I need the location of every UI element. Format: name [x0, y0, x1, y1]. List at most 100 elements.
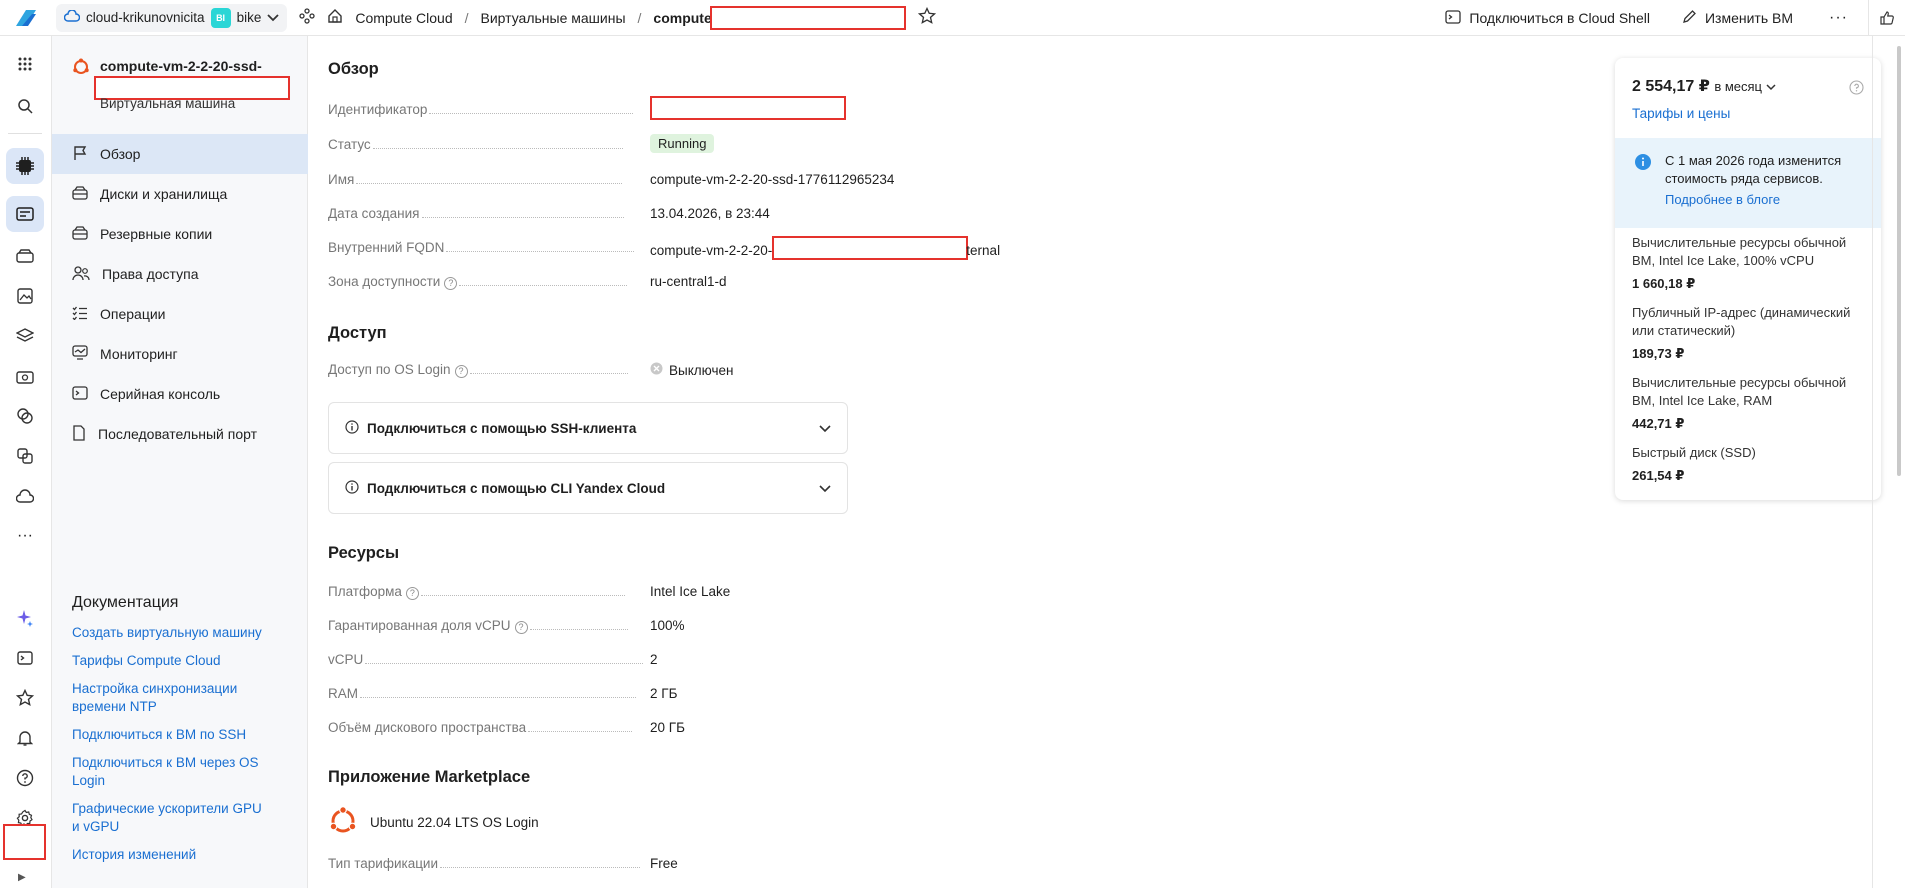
- favorite-star-icon[interactable]: [917, 6, 936, 28]
- help-question-icon[interactable]: [1849, 80, 1864, 98]
- doc-link[interactable]: Подключиться к ВМ через OS Login: [72, 754, 272, 790]
- doc-link[interactable]: Подключиться к ВМ по SSH: [72, 726, 272, 744]
- expand-rail-triangle-icon[interactable]: ▶: [18, 872, 26, 883]
- chevron-down-icon: [1766, 79, 1776, 94]
- vm-title: compute-vm-2-2-20-ssd-: [100, 58, 262, 74]
- vpc-icon[interactable]: [6, 196, 44, 232]
- status-badge: Running: [650, 134, 715, 153]
- database-icon[interactable]: [6, 398, 44, 434]
- chevron-down-icon: [819, 481, 831, 496]
- edit-vm-label: Изменить ВМ: [1704, 10, 1794, 26]
- cloud-icon: [63, 9, 81, 25]
- main-content: Обзор Идентификатор Статус Running Имя c…: [308, 36, 1598, 888]
- nav-item-monitoring[interactable]: Мониторинг: [52, 334, 308, 374]
- doc-link[interactable]: Тарифы Compute Cloud: [72, 652, 272, 670]
- help-question-icon[interactable]: ?: [444, 277, 458, 290]
- ssh-client-expander[interactable]: Подключиться с помощью SSH-клиента: [328, 402, 848, 454]
- backup-icon: [72, 225, 88, 243]
- price-total[interactable]: 2 554,17 ₽ в месяц: [1632, 76, 1776, 96]
- dots: [365, 654, 644, 664]
- redacted-id: [650, 96, 846, 120]
- all-services-grid-icon[interactable]: [6, 46, 44, 82]
- ubuntu-logo-icon: [328, 806, 358, 839]
- cloud-shell-terminal-icon[interactable]: [6, 640, 44, 676]
- connect-cloud-shell-button[interactable]: Подключиться в Cloud Shell: [1429, 9, 1666, 27]
- name-value: compute-vm-2-2-20-ssd-1776112965234: [650, 172, 895, 187]
- help-question-icon[interactable]: ?: [514, 621, 528, 634]
- nav-item-disks[interactable]: Диски и хранилища: [52, 174, 308, 214]
- rail-divider: [8, 133, 42, 134]
- nav-item-overview[interactable]: Обзор: [52, 134, 308, 174]
- fqdn-label: Внутренний FQDN: [328, 240, 445, 255]
- status-row: Статус Running: [328, 134, 1208, 157]
- top-actions: Подключиться в Cloud Shell Изменить ВМ ·…: [1429, 0, 1905, 36]
- nav-item-label: Диски и хранилища: [100, 186, 228, 202]
- vcpu-share-row: Гарантированная доля vCPU ? 100%: [328, 618, 1208, 638]
- disk-label: Объём дискового пространства: [328, 720, 527, 735]
- doc-link[interactable]: История изменений: [72, 846, 272, 864]
- breadcrumb-vms[interactable]: Виртуальные машины: [481, 10, 626, 26]
- notifications-bell-icon[interactable]: [6, 720, 44, 756]
- nav-item-operations[interactable]: Операции: [52, 294, 308, 334]
- breadcrumb-compute-cloud[interactable]: Compute Cloud: [355, 10, 452, 26]
- overview-title: Обзор: [328, 60, 379, 78]
- disk-icon: [72, 185, 88, 203]
- breadcrumb-current-vm: compute: [653, 5, 906, 30]
- disk-value: 20 ГБ: [650, 720, 685, 735]
- edit-vm-button[interactable]: Изменить ВМ: [1666, 9, 1809, 27]
- compute-cloud-icon[interactable]: [6, 148, 44, 184]
- cli-expander[interactable]: Подключиться с помощью CLI Yandex Cloud: [328, 462, 848, 514]
- dots: [421, 208, 624, 218]
- redacted-avatar[interactable]: [3, 824, 46, 860]
- help-question-icon[interactable]: ?: [405, 587, 419, 600]
- nav-item-serial-console[interactable]: Серийная консоль: [52, 374, 308, 414]
- help-question-icon[interactable]: ?: [454, 365, 468, 378]
- search-icon[interactable]: [6, 88, 44, 124]
- breadcrumb-separator: /: [464, 9, 469, 26]
- price-info-banner: С 1 мая 2026 года изменится стоимость ря…: [1615, 138, 1881, 228]
- doc-link[interactable]: Графические ускорители GPU и vGPU: [72, 800, 272, 836]
- left-rail: ··· ▶: [0, 36, 52, 888]
- vcpu-share-label: Гарантированная доля vCPU: [328, 618, 511, 633]
- more-actions-button[interactable]: ···: [1809, 9, 1868, 27]
- containers-icon[interactable]: [6, 438, 44, 474]
- dots: [360, 688, 636, 698]
- feedback-thumb-icon[interactable]: [1869, 10, 1905, 26]
- services-icon[interactable]: [299, 8, 315, 27]
- top-bar: cloud-krikunovnicita BI bike Compute Clo…: [0, 0, 1905, 36]
- nav-item-access-rights[interactable]: Права доступа: [52, 254, 308, 294]
- doc-link[interactable]: Создать виртуальную машину: [72, 624, 272, 642]
- home-icon[interactable]: [327, 8, 343, 27]
- tariffs-link[interactable]: Тарифы и цены: [1632, 106, 1730, 121]
- nav-item-backups[interactable]: Резервные копии: [52, 214, 308, 254]
- created-label: Дата создания: [328, 206, 420, 221]
- yandex-cloud-logo[interactable]: [0, 0, 52, 36]
- fqdn-value-end: ternal: [966, 242, 1001, 258]
- cloud-functions-icon[interactable]: [6, 478, 44, 514]
- more-services-icon[interactable]: ···: [6, 518, 44, 554]
- vm-subtitle: Виртуальная машина: [100, 96, 236, 111]
- billing-row: Тип тарификации Free: [328, 856, 1208, 876]
- file-icon: [72, 424, 86, 444]
- blog-link[interactable]: Подробнее в блоге: [1665, 192, 1780, 207]
- nav-item-serial-port[interactable]: Последовательный порт: [52, 414, 308, 454]
- service-navigation: compute-vm-2-2-20-ssd- Виртуальная машин…: [52, 36, 308, 888]
- cost-item-name: Быстрый диск (SSD): [1632, 445, 1756, 460]
- id-label: Идентификатор: [328, 102, 428, 117]
- cost-item-value: 261,54 ₽: [1632, 468, 1685, 483]
- marketplace-product[interactable]: Ubuntu 22.04 LTS OS Login: [328, 806, 539, 839]
- layers-icon[interactable]: [6, 318, 44, 354]
- page-scrollbar[interactable]: [1897, 46, 1901, 476]
- zone-label: Зона доступности: [328, 274, 441, 289]
- doc-link[interactable]: Настройка синхронизации времени NTP: [72, 680, 272, 716]
- storage-icon[interactable]: [6, 238, 44, 274]
- help-question-icon[interactable]: [6, 760, 44, 796]
- ai-assistant-sparkle-icon[interactable]: [6, 600, 44, 636]
- favorites-star-icon[interactable]: [6, 680, 44, 716]
- dots: [440, 858, 641, 868]
- dots: [528, 722, 633, 732]
- monitor-icon: [72, 345, 88, 363]
- cloud-storage-icon[interactable]: [6, 358, 44, 394]
- image-icon[interactable]: [6, 278, 44, 314]
- cloud-folder-switcher[interactable]: cloud-krikunovnicita BI bike: [56, 3, 288, 32]
